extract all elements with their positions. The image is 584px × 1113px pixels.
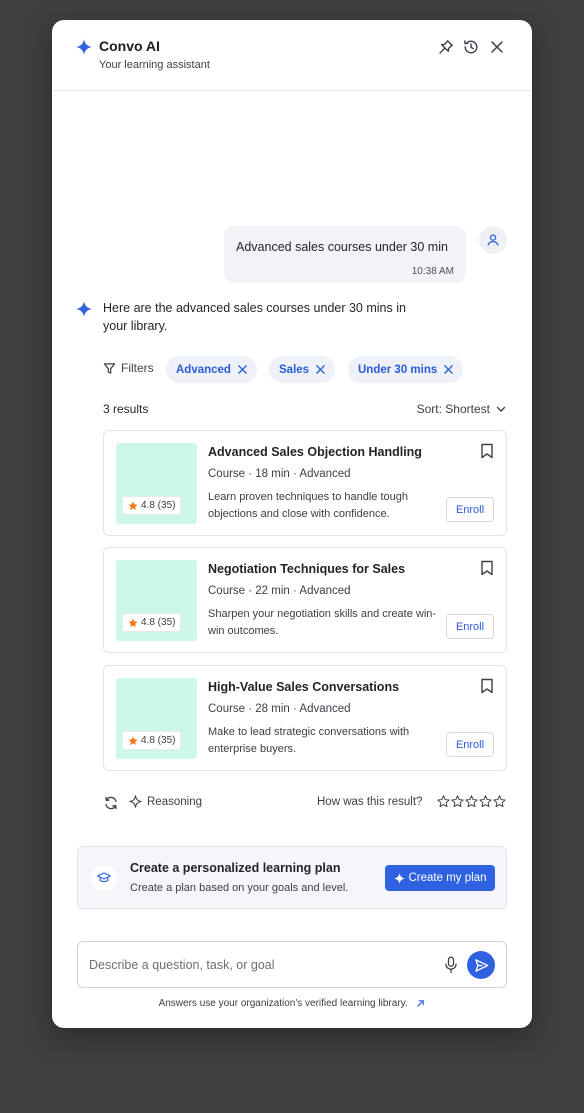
filter-chip-label: Sales bbox=[279, 363, 310, 376]
rating-stars[interactable] bbox=[437, 795, 506, 808]
user-message-bubble: Advanced sales courses under 30 min 10:3… bbox=[224, 226, 466, 283]
user-message-text: Advanced sales courses under 30 min bbox=[236, 240, 448, 254]
close-icon[interactable] bbox=[488, 38, 506, 56]
message-timestamp: 10:38 AM bbox=[411, 266, 454, 277]
star-rating-2[interactable] bbox=[451, 795, 464, 808]
message-composer bbox=[77, 941, 507, 988]
bookmark-icon[interactable] bbox=[480, 443, 494, 459]
sort-label: Sort: Shortest bbox=[416, 402, 490, 416]
plan-subtitle: Create a plan based on your goals and le… bbox=[130, 882, 349, 894]
star-rating-3[interactable] bbox=[465, 795, 478, 808]
learning-plan-card: Create a personalized learning plan Crea… bbox=[77, 846, 507, 909]
external-link-icon[interactable] bbox=[416, 999, 425, 1008]
panel-header: Convo AI Your learning assistant bbox=[52, 20, 532, 91]
course-description: Make to lead strategic conversations wit… bbox=[208, 726, 410, 755]
send-button[interactable] bbox=[467, 951, 495, 979]
course-description: Sharpen your negotiation skills and crea… bbox=[208, 608, 437, 637]
assistant-panel: Convo AI Your learning assistant Advance… bbox=[52, 20, 532, 1028]
star-outline-icon bbox=[465, 795, 478, 808]
remove-filter-icon[interactable] bbox=[238, 365, 247, 374]
course-thumbnail: 4.8 (35) bbox=[116, 443, 197, 524]
sparkle-icon bbox=[393, 872, 405, 884]
course-title[interactable]: High-Value Sales Conversations bbox=[208, 680, 399, 694]
course-meta: Course · 28 min · Advanced bbox=[208, 703, 351, 715]
filters-label[interactable]: Filters bbox=[103, 361, 154, 375]
create-plan-button[interactable]: Create my plan bbox=[385, 865, 495, 891]
rating-text: 4.8 (35) bbox=[141, 500, 176, 511]
enroll-button[interactable]: Enroll bbox=[446, 614, 494, 639]
star-rating-4[interactable] bbox=[479, 795, 492, 808]
star-rating-1[interactable] bbox=[437, 795, 450, 808]
star-icon bbox=[128, 736, 138, 745]
panel-subtitle: Your learning assistant bbox=[99, 59, 210, 71]
star-icon bbox=[128, 618, 138, 627]
filter-chip-label: Under 30 mins bbox=[358, 363, 438, 376]
rating-text: 4.8 (35) bbox=[141, 735, 176, 746]
course-title[interactable]: Negotiation Techniques for Sales bbox=[208, 562, 405, 576]
course-meta: Course · 18 min · Advanced bbox=[208, 468, 351, 480]
course-card[interactable]: 4.8 (35) Negotiation Techniques for Sale… bbox=[103, 547, 507, 653]
message-input[interactable] bbox=[89, 954, 429, 976]
remove-filter-icon[interactable] bbox=[444, 365, 454, 374]
rating-badge: 4.8 (35) bbox=[122, 731, 182, 750]
reasoning-label: Reasoning bbox=[147, 795, 202, 808]
filter-chip-label: Advanced bbox=[176, 363, 231, 376]
course-card[interactable]: 4.8 (35) Advanced Sales Objection Handli… bbox=[103, 430, 507, 536]
star-rating-5[interactable] bbox=[493, 795, 506, 808]
star-outline-icon bbox=[437, 795, 450, 808]
reasoning-toggle[interactable]: Reasoning bbox=[129, 795, 202, 808]
microphone-icon[interactable] bbox=[444, 956, 458, 974]
rating-badge: 4.8 (35) bbox=[122, 613, 182, 632]
footnote: Answers use your organization's verified… bbox=[52, 998, 532, 1009]
results-count: 3 results bbox=[103, 402, 149, 416]
enroll-button[interactable]: Enroll bbox=[446, 497, 494, 522]
footnote-text: Answers use your organization's verified… bbox=[158, 998, 408, 1009]
graduation-cap-icon bbox=[91, 865, 117, 891]
sparkle-outline-icon bbox=[129, 795, 142, 808]
filter-chip-sales[interactable]: Sales bbox=[269, 356, 336, 383]
user-icon bbox=[487, 234, 499, 246]
course-description: Learn proven techniques to handle tough … bbox=[208, 491, 408, 520]
star-icon bbox=[128, 501, 138, 510]
filters-label-text: Filters bbox=[121, 361, 154, 375]
filter-chip-under-30-mins[interactable]: Under 30 mins bbox=[348, 356, 464, 383]
star-outline-icon bbox=[479, 795, 492, 808]
star-outline-icon bbox=[493, 795, 506, 808]
bookmark-icon[interactable] bbox=[480, 678, 494, 694]
sparkle-icon bbox=[76, 39, 92, 55]
history-icon[interactable] bbox=[462, 38, 480, 56]
pin-icon[interactable] bbox=[437, 38, 455, 56]
course-meta: Course · 22 min · Advanced bbox=[208, 585, 351, 597]
enroll-button[interactable]: Enroll bbox=[446, 732, 494, 757]
remove-filter-icon[interactable] bbox=[316, 365, 325, 374]
panel-title: Convo AI bbox=[99, 38, 160, 54]
chevron-down-icon bbox=[496, 406, 506, 412]
user-avatar bbox=[479, 226, 507, 254]
plan-title: Create a personalized learning plan bbox=[130, 861, 341, 875]
course-thumbnail: 4.8 (35) bbox=[116, 678, 197, 759]
ai-response-text: Here are the advanced sales courses unde… bbox=[103, 301, 406, 333]
bookmark-icon[interactable] bbox=[480, 560, 494, 576]
send-icon bbox=[474, 958, 488, 972]
create-plan-label: Create my plan bbox=[408, 872, 487, 884]
sort-dropdown[interactable]: Sort: Shortest bbox=[417, 402, 506, 416]
course-thumbnail: 4.8 (35) bbox=[116, 560, 197, 641]
ai-sparkle-icon bbox=[76, 301, 92, 317]
star-outline-icon bbox=[451, 795, 464, 808]
filter-chip-advanced[interactable]: Advanced bbox=[166, 356, 257, 383]
rating-text: 4.8 (35) bbox=[141, 617, 176, 628]
filter-icon bbox=[103, 362, 116, 374]
feedback-question: How was this result? bbox=[317, 796, 423, 808]
course-title[interactable]: Advanced Sales Objection Handling bbox=[208, 445, 422, 459]
course-card[interactable]: 4.8 (35) High-Value Sales Conversations … bbox=[103, 665, 507, 771]
rating-badge: 4.8 (35) bbox=[122, 496, 182, 515]
regenerate-icon[interactable] bbox=[103, 795, 119, 811]
